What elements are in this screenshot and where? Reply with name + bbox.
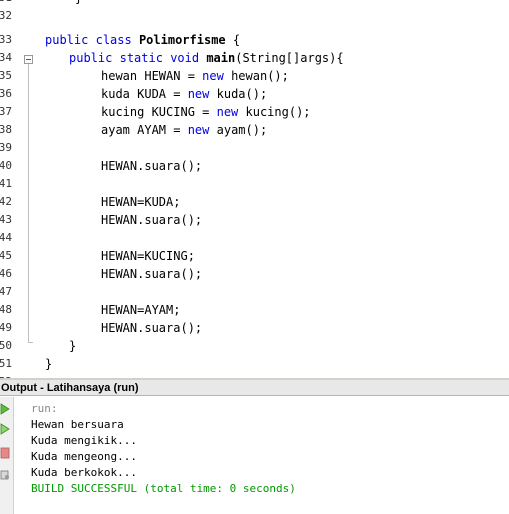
rerun-with-options-icon[interactable] — [0, 423, 10, 435]
output-line: Hewan bersuara — [31, 418, 124, 431]
output-console[interactable]: run: Hewan bersuara Kuda mengikik... Kud… — [14, 397, 509, 514]
line-number: 35 — [0, 69, 12, 82]
output-line: run: — [31, 402, 58, 415]
code-line: HEWAN=KUCING; — [101, 249, 195, 263]
code-line: } — [45, 357, 53, 371]
line-number: 43 — [0, 213, 12, 226]
output-panel-title[interactable]: Output - Latihansaya (run) — [0, 380, 509, 396]
rerun-icon[interactable] — [0, 403, 10, 415]
fold-guide-line — [28, 64, 29, 342]
line-number: 41 — [0, 177, 12, 190]
fold-end-marker — [28, 342, 33, 343]
output-toolbar — [0, 397, 14, 514]
line-number: 49 — [0, 321, 12, 334]
line-number: 31 — [0, 0, 15, 9]
code-editor[interactable]: 31 32 33 34 35 36 37 38 39 40 41 42 43 4… — [0, 0, 509, 378]
code-line: HEWAN.suara(); — [101, 321, 203, 335]
output-line: Kuda mengikik... — [31, 434, 137, 447]
line-number: 45 — [0, 249, 12, 262]
output-line: Kuda berkokok... — [31, 466, 137, 479]
code-line: public class Polimorfisme { — [45, 33, 241, 47]
line-number: 47 — [0, 285, 12, 298]
code-line: HEWAN.suara(); — [101, 267, 203, 281]
settings-icon[interactable] — [0, 469, 10, 481]
code-line: HEWAN.suara(); — [101, 213, 203, 227]
code-line: HEWAN=AYAM; — [101, 303, 181, 317]
line-number-gutter: 31 32 33 34 35 36 37 38 39 40 41 42 43 4… — [0, 0, 15, 378]
line-number: 34 — [0, 51, 12, 64]
code-line: HEWAN.suara(); — [101, 159, 203, 173]
line-number: 40 — [0, 159, 12, 172]
line-number: 37 — [0, 105, 12, 118]
line-number: 44 — [0, 231, 12, 244]
stop-icon[interactable] — [0, 447, 10, 459]
line-number: 51 — [0, 357, 12, 370]
code-line: ayam AYAM = new ayam(); — [101, 123, 268, 137]
line-number: 46 — [0, 267, 12, 280]
line-number: 42 — [0, 195, 12, 208]
fold-collapse-icon[interactable] — [24, 55, 33, 64]
code-line: HEWAN=KUDA; — [101, 195, 181, 209]
line-number: 48 — [0, 303, 12, 316]
output-line: Kuda mengeong... — [31, 450, 137, 463]
line-number: 50 — [0, 339, 12, 352]
code-line: } — [75, 0, 82, 9]
code-line: } — [69, 339, 77, 353]
line-number: 36 — [0, 87, 12, 100]
line-number: 33 — [0, 33, 12, 46]
line-number: 32 — [0, 9, 12, 22]
output-line-build-status: BUILD SUCCESSFUL (total time: 0 seconds) — [31, 482, 296, 495]
code-line: kuda KUDA = new kuda(); — [101, 87, 268, 101]
code-line: hewan HEWAN = new hewan(); — [101, 69, 289, 83]
code-line: public static void main(String[]args){ — [69, 51, 344, 65]
line-number: 38 — [0, 123, 12, 136]
code-line: kucing KUCING = new kucing(); — [101, 105, 311, 119]
line-number: 39 — [0, 141, 12, 154]
